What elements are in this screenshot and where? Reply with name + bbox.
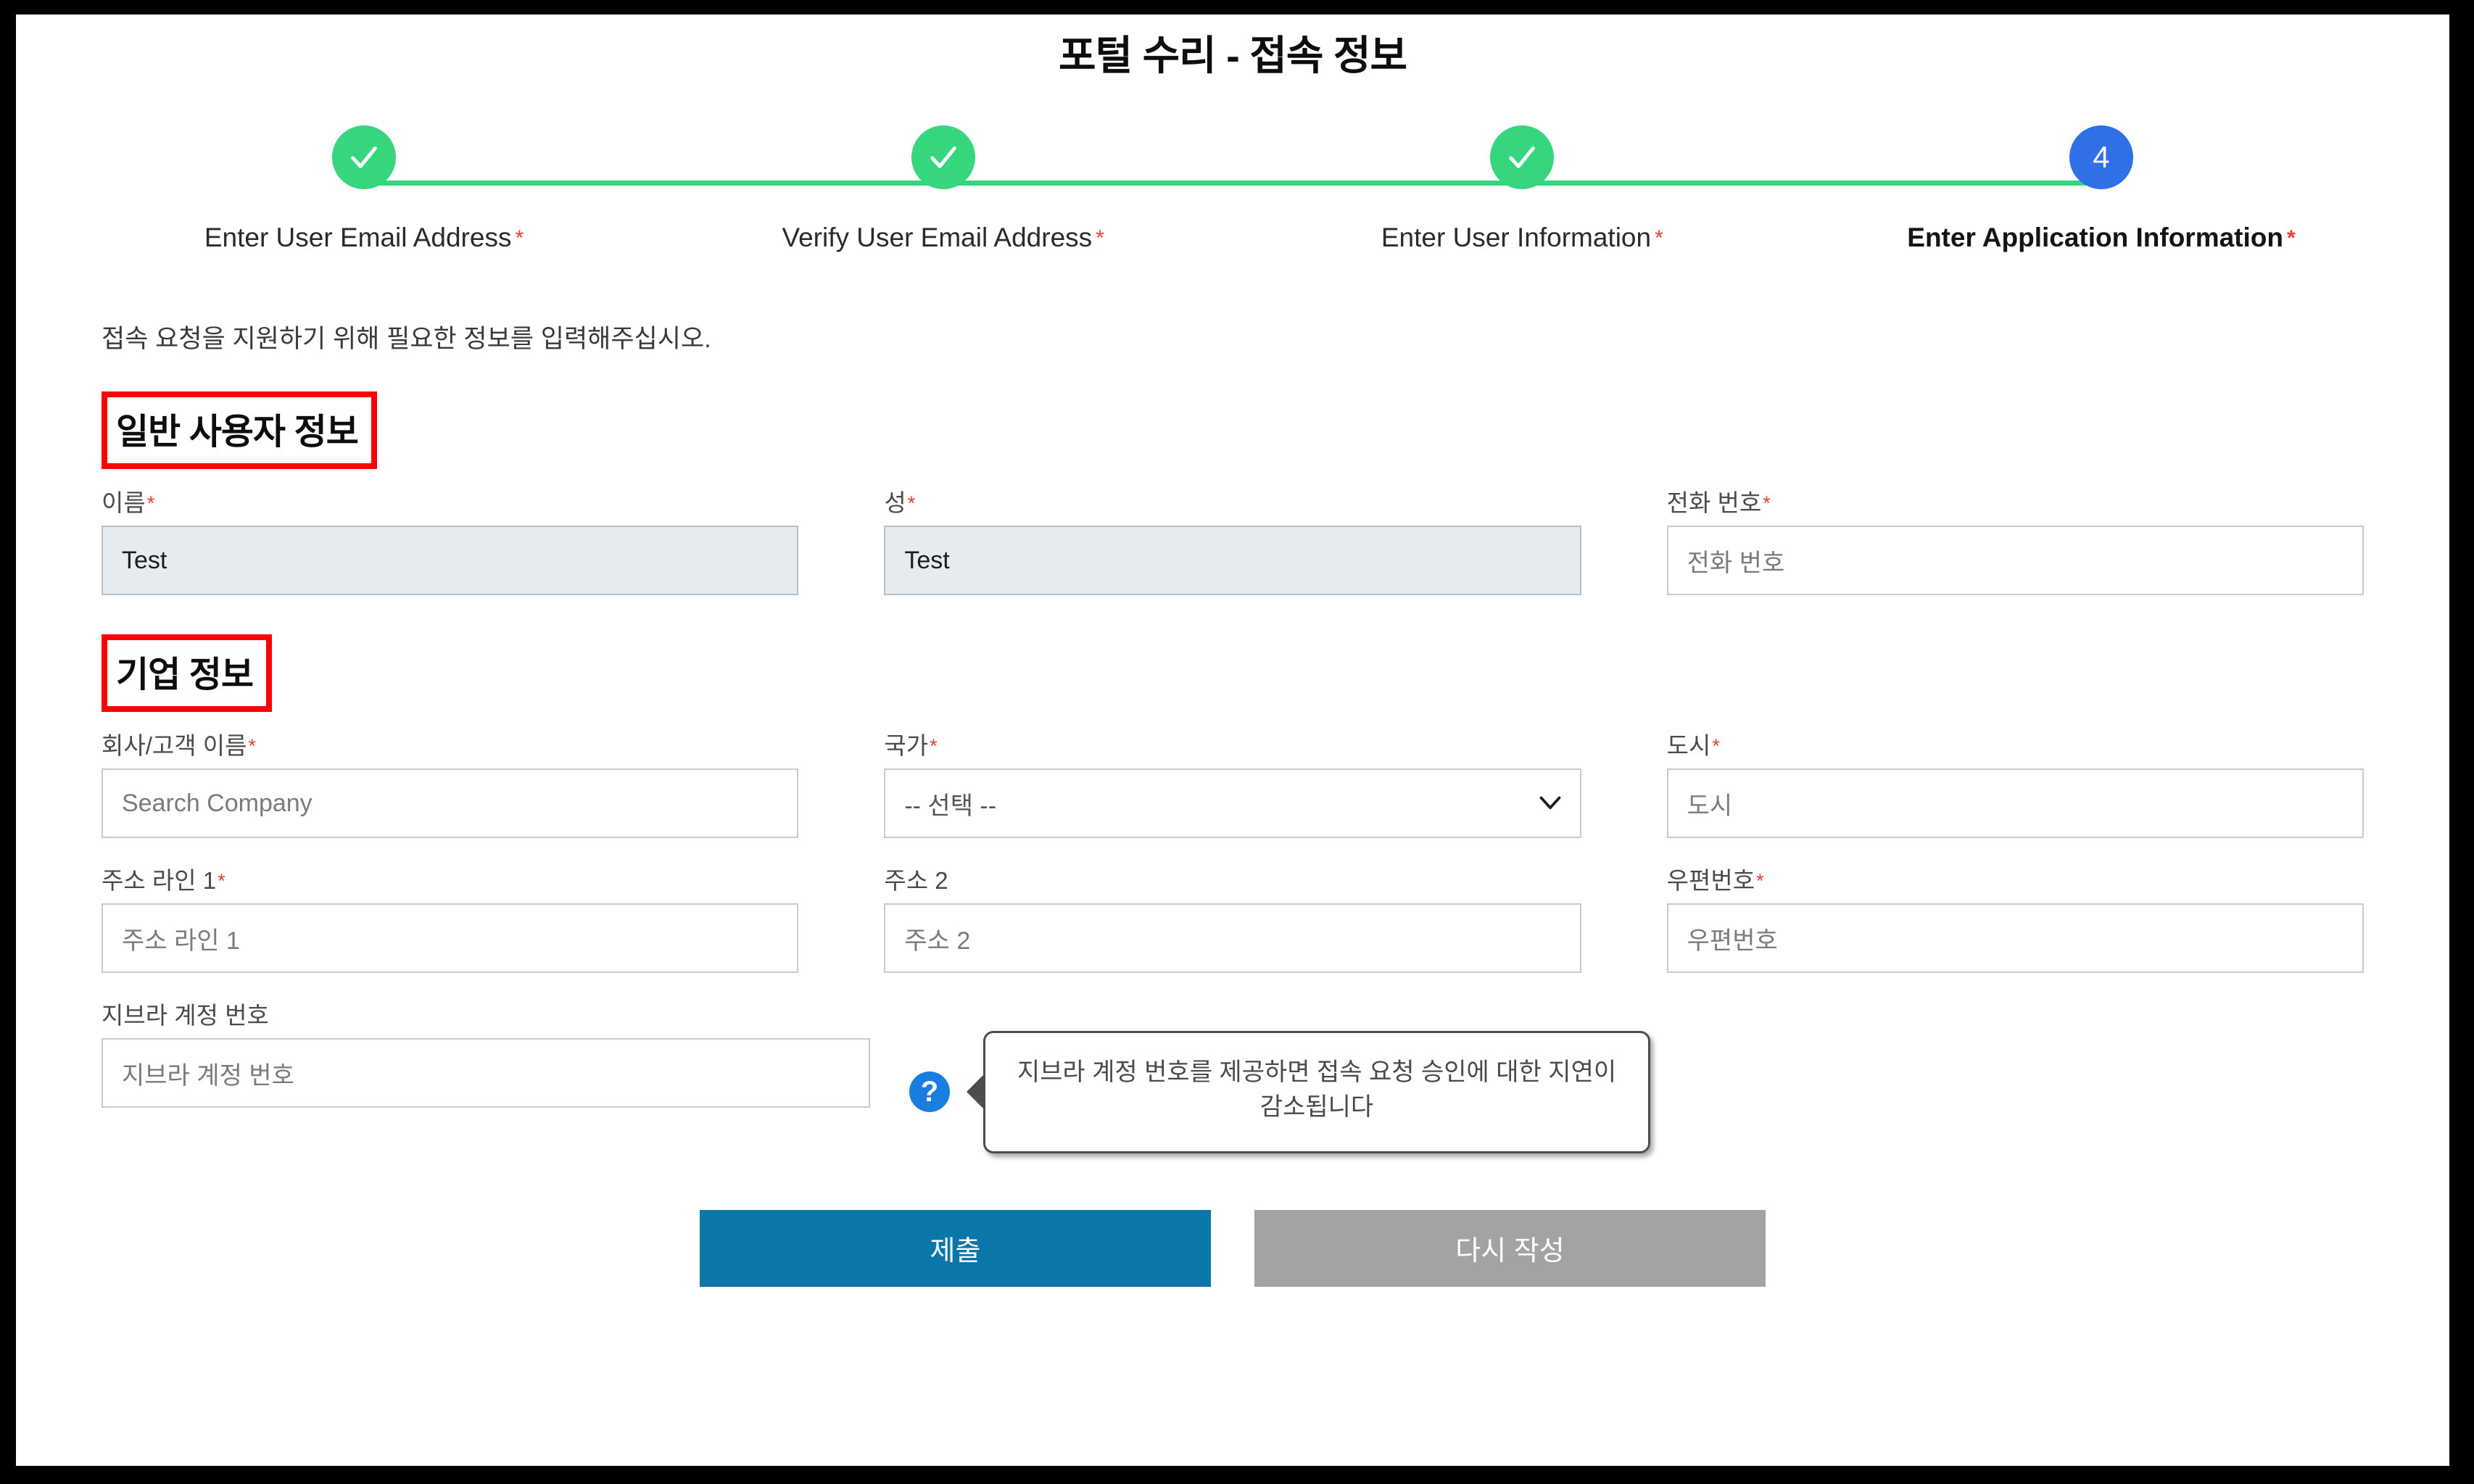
company-section-heading: 기업 정보 [116,655,254,695]
general-user-section-heading: 일반 사용자 정보 [116,413,359,452]
last-name-input[interactable]: Test [884,526,1581,595]
submit-button[interactable]: 제출 [700,1209,1211,1287]
stepper-step-4[interactable]: 4 Enter Application Information * [1862,125,2341,253]
company-section-annotation-box: 기업 정보 [102,634,272,712]
step-3-label: Enter User Information * [1381,223,1663,253]
step-2-required-asterisk: * [1096,226,1104,250]
first-name-input[interactable]: Test [102,526,799,595]
phone-input[interactable]: 전화 번호 [1666,526,2364,595]
address1-required-asterisk: * [218,870,226,892]
chevron-down-icon [1539,796,1561,810]
company-name-required-asterisk: * [248,735,257,757]
company-fields-row-1: 회사/고객 이름* Search Company 국가* -- 선택 -- 도시… [102,726,2364,838]
step-4-number: 4 [2093,140,2110,174]
company-name-input[interactable]: Search Company [102,768,799,838]
address2-label-text: 주소 2 [884,867,948,894]
step-4-circle: 4 [2069,125,2133,189]
first-name-required-asterisk: * [146,492,155,514]
stepper-step-3[interactable]: Enter User Information * [1283,125,1761,253]
general-user-fields-row: 이름* Test 성* Test 전화 번호* 전화 번호 [102,484,2364,595]
city-input[interactable]: 도시 [1666,768,2364,838]
zebra-account-label-text: 지브라 계정 번호 [102,1002,269,1029]
zebra-account-label: 지브라 계정 번호 [102,996,870,1031]
step-2-label-text: Verify User Email Address [782,223,1093,252]
step-3-circle [1490,125,1555,189]
application-window: 포털 수리 - 접속 정보 Enter User Email Address* [16,14,2449,1466]
step-3-required-asterisk: * [1655,226,1663,250]
last-name-field-group: 성* Test [884,484,1581,595]
address2-input[interactable]: 주소 2 [884,903,1581,973]
form-actions: 제출 다시 작성 [102,1209,2364,1287]
checkmark-icon [351,146,377,168]
address1-field-group: 주소 라인 1* 주소 라인 1 [102,861,799,973]
first-name-label: 이름* [102,484,798,518]
step-1-label-text: Enter User Email Address [204,223,512,252]
postal-code-input[interactable]: 우편번호 [1666,903,2364,973]
phone-label-text: 전화 번호 [1666,489,1762,516]
postal-code-label: 우편번호* [1667,861,2364,896]
step-4-label: Enter Application Information * [1907,223,2295,253]
last-name-label-text: 성 [884,489,906,516]
step-3-label-text: Enter User Information [1381,223,1652,252]
zebra-account-field-group: 지브라 계정 번호 지브라 계정 번호 [102,996,870,1108]
step-1-circle [332,125,396,189]
step-1-required-asterisk: * [515,226,524,250]
first-name-field-group: 이름* Test [102,484,799,595]
step-4-required-asterisk: * [2286,226,2296,250]
phone-field-group: 전화 번호* 전화 번호 [1666,484,2364,595]
general-user-section-heading-wrap: 일반 사용자 정보 [102,391,377,469]
company-name-field-group: 회사/고객 이름* Search Company [102,726,799,838]
phone-required-asterisk: * [1763,492,1771,514]
form-intro-text: 접속 요청을 지원하기 위해 필요한 정보를 입력해주십시오. [102,325,711,353]
zebra-account-tooltip: 지브라 계정 번호를 제공하면 접속 요청 승인에 대한 지연이 감소됩니다 [983,1031,1650,1153]
general-user-section-annotation-box: 일반 사용자 정보 [102,391,377,469]
postal-code-required-asterisk: * [1756,870,1764,892]
address1-input[interactable]: 주소 라인 1 [102,903,799,973]
step-2-circle [911,125,975,189]
reset-button[interactable]: 다시 작성 [1254,1209,1766,1287]
form-content: 접속 요청을 지원하기 위해 필요한 정보를 입력해주십시오. 일반 사용자 정… [16,318,2449,1287]
country-label-text: 국가 [884,732,929,759]
country-selected-value: -- 선택 -- [904,792,997,820]
step-2-label: Verify User Email Address * [782,223,1104,253]
address1-label: 주소 라인 1* [102,861,798,896]
help-question-icon[interactable]: ? [909,1071,950,1113]
postal-code-field-group: 우편번호* 우편번호 [1666,861,2364,973]
step-4-label-text: Enter Application Information [1907,223,2283,252]
city-field-group: 도시* 도시 [1666,726,2364,838]
company-fields-row-2: 주소 라인 1* 주소 라인 1 주소 2 주소 2 우편번호* 우편번호 [102,861,2364,973]
country-required-asterisk: * [930,735,938,757]
step-1-label: Enter User Email Address * [204,223,524,253]
zebra-account-input[interactable]: 지브라 계정 번호 [102,1038,870,1108]
last-name-required-asterisk: * [907,492,916,514]
address2-field-group: 주소 2 주소 2 [884,861,1581,973]
city-label: 도시* [1667,726,2364,761]
zebra-account-row: 지브라 계정 번호 지브라 계정 번호 ? 지브라 계정 번호를 제공하면 접속… [102,996,2364,1153]
company-name-label-text: 회사/고객 이름 [102,732,247,759]
checkmark-icon [930,146,956,168]
phone-label: 전화 번호* [1667,484,2364,518]
address2-label: 주소 2 [884,861,1581,896]
country-label: 국가* [884,726,1581,761]
city-label-text: 도시 [1666,732,1711,759]
address1-label-text: 주소 라인 1 [102,867,217,894]
country-field-group: 국가* -- 선택 -- [884,726,1581,838]
page-title: 포털 수리 - 접속 정보 [1058,33,1407,78]
checkmark-icon [1509,146,1536,168]
country-select[interactable]: -- 선택 -- [884,768,1581,838]
company-section-heading-wrap: 기업 정보 [102,634,272,712]
zebra-account-help-wrapper: ? 지브라 계정 번호를 제공하면 접속 요청 승인에 대한 지연이 감소됩니다 [909,1031,1650,1153]
stepper-step-2[interactable]: Verify User Email Address * [704,125,1183,253]
last-name-label: 성* [884,484,1581,518]
postal-code-label-text: 우편번호 [1666,867,1755,894]
city-required-asterisk: * [1712,735,1720,757]
first-name-label-text: 이름 [102,489,146,516]
progress-stepper: Enter User Email Address * Verify User Em… [125,125,2341,278]
stepper-step-1[interactable]: Enter User Email Address * [125,125,603,253]
company-name-label: 회사/고객 이름* [102,726,798,761]
